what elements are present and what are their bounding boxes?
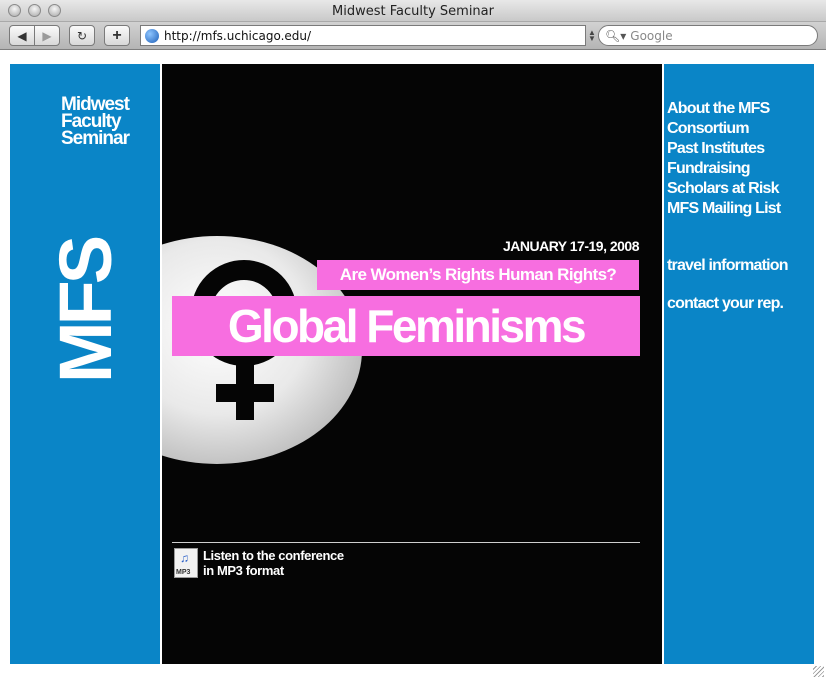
feature-banner: JANUARY 17-19, 2008 Are Women’s Rights H… [162, 64, 662, 664]
browser-toolbar: ◀ ▶ ↻ + http://mfs.uchicago.edu/ ▲ ▼ 🔍︎▾ … [0, 22, 826, 50]
nav-scholars-at-risk[interactable]: Scholars at Risk [667, 179, 780, 199]
plus-icon: + [112, 26, 122, 44]
window-title: Midwest Faculty Seminar [332, 4, 494, 19]
back-button[interactable]: ◀ [9, 25, 35, 46]
magnifier-icon: 🔍︎▾ [605, 28, 627, 43]
nav-fundraising[interactable]: Fundraising [667, 159, 780, 179]
mp3-icon-label: MP3 [176, 569, 191, 576]
nav-about[interactable]: About the MFS [667, 99, 780, 119]
globe-icon [145, 28, 159, 43]
window-resize-handle[interactable] [813, 666, 824, 677]
right-sidebar: About the MFS Consortium Past Institutes… [664, 64, 814, 664]
contact-rep-link[interactable]: contact your rep. [667, 295, 784, 313]
travel-information-link[interactable]: travel information [667, 257, 789, 275]
event-subtitle: Are Women’s Rights Human Rights? [317, 260, 639, 290]
site-name[interactable]: Midwest Faculty Seminar [61, 95, 160, 148]
mp3-link-line1[interactable]: Listen to the conference [203, 548, 344, 563]
window-titlebar: Midwest Faculty Seminar [0, 0, 826, 22]
url-text: http://mfs.uchicago.edu/ [164, 28, 312, 43]
forward-arrow-icon: ▶ [42, 28, 52, 43]
divider [172, 542, 640, 543]
back-arrow-icon: ◀ [17, 28, 27, 43]
mp3-link-line2[interactable]: in MP3 format [203, 563, 344, 578]
left-sidebar: Midwest Faculty Seminar MFS [10, 64, 160, 664]
main-nav: About the MFS Consortium Past Institutes… [667, 99, 781, 219]
nav-mailing-list[interactable]: MFS Mailing List [667, 199, 781, 219]
reload-icon: ↻ [76, 28, 88, 43]
mp3-audio-link[interactable]: ♫ MP3 Listen to the conference in MP3 fo… [174, 548, 344, 578]
forward-button[interactable]: ▶ [34, 25, 60, 46]
search-field[interactable]: 🔍︎▾ Google [598, 25, 818, 46]
event-date: JANUARY 17-19, 2008 [502, 238, 640, 254]
mfs-logo[interactable]: MFS [44, 231, 127, 391]
web-page: Midwest Faculty Seminar MFS JANUARY 17-1… [0, 51, 826, 679]
add-bookmark-button[interactable]: + [104, 25, 130, 46]
address-dropdown-icon[interactable]: ▲ ▼ [588, 29, 596, 43]
mp3-file-icon[interactable]: ♫ MP3 [174, 548, 198, 578]
search-placeholder: Google [630, 28, 673, 43]
nav-past-institutes[interactable]: Past Institutes [667, 139, 780, 159]
address-bar[interactable]: http://mfs.uchicago.edu/ [140, 25, 586, 46]
reload-button[interactable]: ↻ [69, 25, 95, 46]
nav-consortium[interactable]: Consortium [667, 119, 780, 139]
event-headline[interactable]: Global Feminisms [172, 296, 640, 356]
